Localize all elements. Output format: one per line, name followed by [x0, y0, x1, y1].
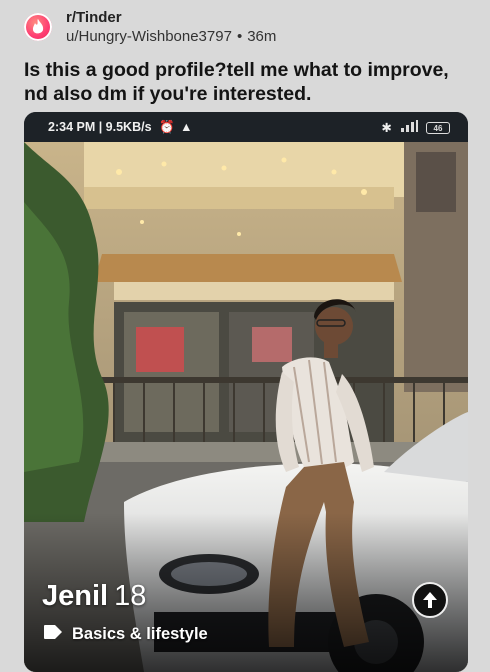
post-title[interactable]: Is this a good profile?tell me what to i…	[24, 58, 474, 106]
post-header: r/Tinder u/Hungry-Wishbone3797 • 36m	[24, 6, 464, 48]
phone-status-bar: 2:34 PM | 9.5KB/s ⏰ ▲ ✱ 46	[24, 112, 468, 142]
status-right: ✱ 46	[382, 120, 450, 135]
profile-name-age: Jenil 18	[42, 580, 146, 613]
lifestyle-label: Basics & lifestyle	[72, 625, 208, 643]
tag-icon	[44, 625, 62, 644]
status-time-speed: 2:34 PM | 9.5KB/s	[48, 120, 152, 134]
signal-icon	[400, 120, 418, 135]
author-link[interactable]: u/Hungry-Wishbone3797	[66, 28, 232, 45]
alarm-icon: ⏰	[159, 120, 175, 134]
notification-icon: ▲	[180, 120, 193, 134]
post-age: 36m	[247, 28, 277, 45]
screenshot-image[interactable]: 2:34 PM | 9.5KB/s ⏰ ▲ ✱ 46 Jenil 18 Basi…	[24, 112, 468, 672]
basics-lifestyle-row[interactable]: Basics & lifestyle	[44, 625, 208, 644]
expand-profile-button[interactable]	[412, 582, 448, 618]
profile-age: 18	[114, 580, 147, 612]
meta-separator: •	[236, 28, 243, 45]
status-left: 2:34 PM | 9.5KB/s ⏰ ▲	[48, 120, 192, 135]
tinder-icon[interactable]	[24, 13, 52, 41]
profile-name: Jenil	[42, 580, 109, 612]
bluetooth-icon: ✱	[381, 121, 392, 135]
post-meta: u/Hungry-Wishbone3797 • 36m	[66, 28, 276, 45]
subreddit-link[interactable]: r/Tinder	[66, 9, 122, 26]
battery-icon: 46	[426, 121, 450, 134]
